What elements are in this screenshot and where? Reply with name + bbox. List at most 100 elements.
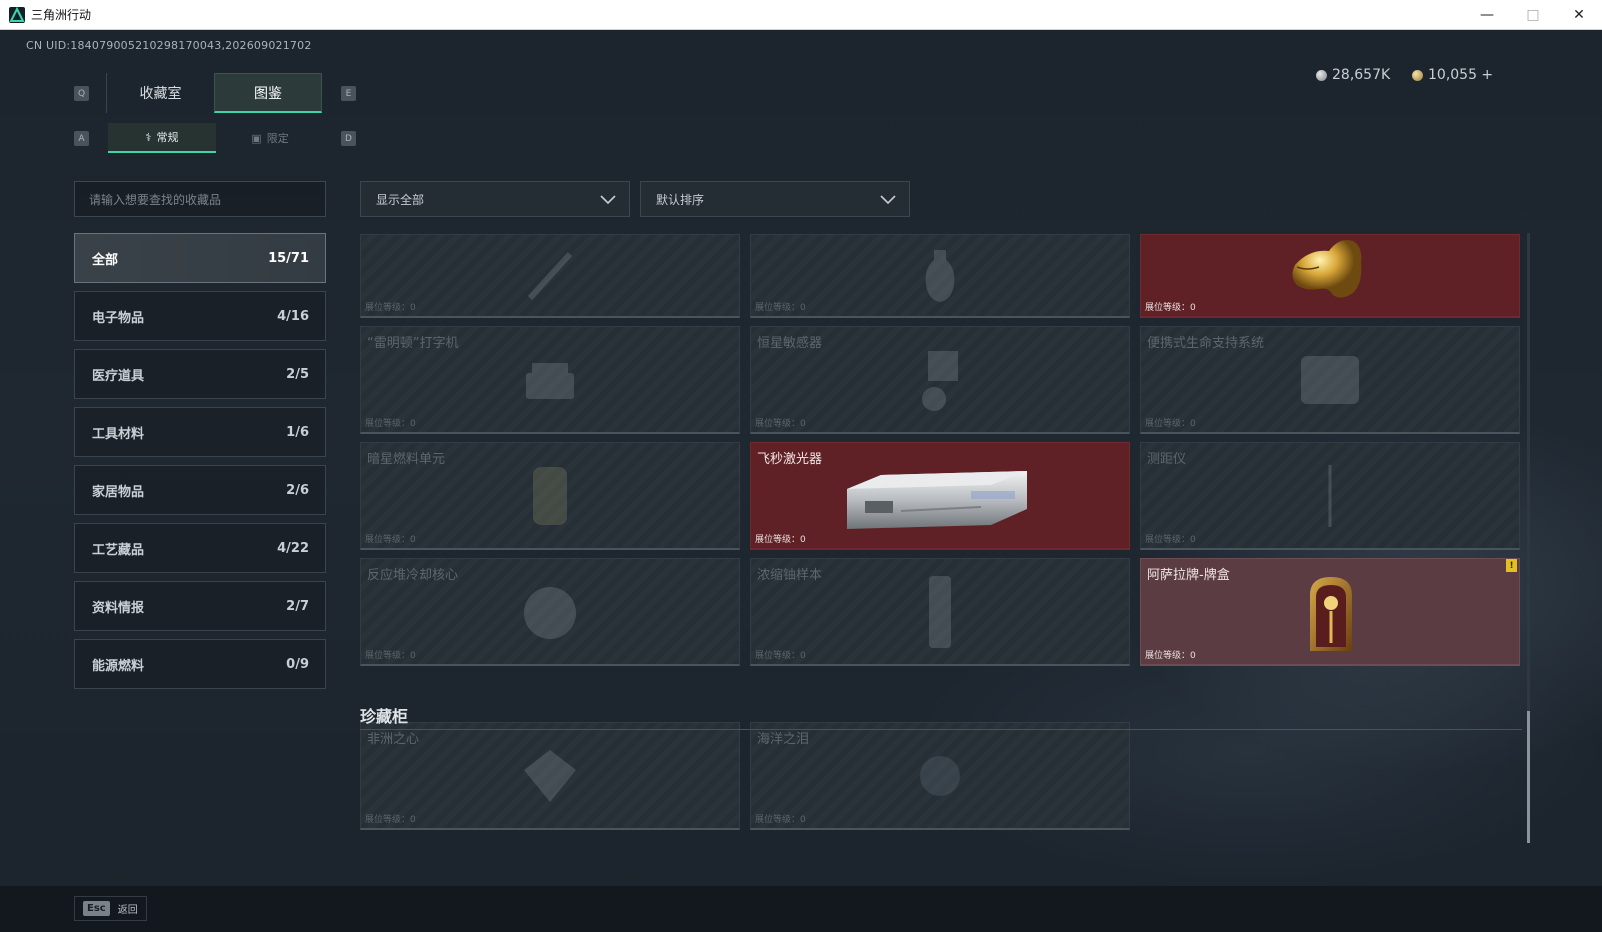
booth-level: 展位等级：0 [755,419,806,429]
section-title-showcase: 珍藏柜 [360,707,409,726]
subtab-regular-label: 常规 [156,131,179,144]
collectible-name: 暗星燃料单元 [367,452,446,467]
booth-level: 展位等级：0 [1145,535,1196,545]
collectible-name: “雷明顿”打字机 [367,336,459,351]
category-label: 工艺藏品 [92,542,145,558]
scrollbar-thumb[interactable] [1527,711,1530,843]
key-hint-e[interactable]: E [341,86,356,101]
collectible-card[interactable]: 展位等级：0 [750,234,1130,318]
collectible-name: 便携式生命支持系统 [1147,336,1265,351]
key-hint-q[interactable]: Q [74,86,89,101]
booth-level: 展位等级：0 [365,535,416,545]
category-energy[interactable]: 能源燃料 0/9 [74,639,326,689]
category-list: 全部 15/71 电子物品 4/16 医疗道具 2/5 工具材料 1/6 家居物品 2/6… [74,233,326,697]
collectible-name: 浓缩铀样本 [757,568,823,583]
category-count: 2/6 [286,482,309,498]
showcase-card[interactable]: 非洲之心 展位等级：0 [360,722,740,830]
collectible-card[interactable]: 展位等级：0 [360,234,740,318]
currency-silver-value: 28,657K [1332,67,1391,83]
star-sensor-icon [922,350,958,411]
subtab-regular[interactable]: ⚕ 常规 [108,123,216,153]
typewriter-icon [526,362,574,399]
filter-dropdown[interactable]: 显示全部 [360,181,630,217]
tab-catalog[interactable]: 图鉴 [214,73,322,113]
booth-level: 展位等级：0 [365,651,416,661]
tab-collection-room[interactable]: 收藏室 [106,73,214,113]
category-household[interactable]: 家居物品 2/6 [74,465,326,515]
collectible-card[interactable]: 暗星燃料单元 展位等级：0 [360,442,740,550]
booth-level: 展位等级：0 [1145,651,1196,661]
showcase-card[interactable]: 海洋之泪 展位等级：0 [750,722,1130,830]
delta-logo-icon [9,6,25,23]
booth-level: 展位等级：0 [365,303,416,313]
category-medical[interactable]: 医疗道具 2/5 [74,349,326,399]
maximize-icon[interactable]: □ [1510,0,1556,30]
life-support-icon [1301,355,1359,404]
key-hint-a[interactable]: A [74,131,89,146]
currency-gold[interactable]: 10,055 + [1412,67,1493,83]
collectible-card[interactable]: 反应堆冷却核心 展位等级：0 [360,558,740,666]
category-count: 15/71 [268,250,309,266]
window-title: 三角洲行动 [31,8,92,22]
sort-dropdown[interactable]: 默认排序 [640,181,910,217]
collectible-card[interactable]: 浓缩铀样本 展位等级：0 [750,558,1130,666]
category-electronics[interactable]: 电子物品 4/16 [74,291,326,341]
collectible-card[interactable]: 测距仪 展位等级：0 [1140,442,1520,550]
collectible-card-owned[interactable]: 阿萨拉牌-牌盒 ! 展位等级：0 [1140,558,1520,666]
golden-crocodile-head-icon [1292,240,1362,298]
chevron-down-icon [600,195,616,205]
window-titlebar: 三角洲行动 — □ ✕ [0,0,1602,30]
fuel-cell-icon [533,466,567,525]
collectible-card[interactable]: “雷明顿”打字机 展位等级：0 [360,326,740,434]
bottom-bar [0,886,1602,932]
booth-level: 展位等级：0 [755,815,806,825]
collectible-name: 非洲之心 [367,732,420,747]
main-tabs: 收藏室 图鉴 [106,73,322,113]
category-label: 家居物品 [92,484,145,500]
category-label: 电子物品 [92,310,145,326]
uid-text: CN UID:184079005210298170043,20260902170… [26,39,312,52]
silver-coin-icon [1316,69,1327,81]
minimize-icon[interactable]: — [1464,0,1510,30]
category-label: 资料情报 [92,600,145,616]
category-intel[interactable]: 资料情报 2/7 [74,581,326,631]
back-button[interactable]: Esc 返回 [74,896,147,921]
collectible-card-owned[interactable]: 飞秒激光器 展位等级：0 [750,442,1130,550]
subtab-limited[interactable]: ▣ 限定 [216,123,324,153]
booth-level: 展位等级：0 [755,303,806,313]
filter-dropdown-value: 显示全部 [376,192,425,207]
collectible-name: 海洋之泪 [757,732,810,747]
reactor-core-icon [524,586,576,639]
close-icon[interactable]: ✕ [1556,0,1602,30]
search-input[interactable]: 请输入想要查找的收藏品 [74,181,326,217]
sub-tabs: ⚕ 常规 ▣ 限定 [108,123,324,153]
syringe-icon [527,251,573,300]
category-count: 2/5 [286,366,309,382]
category-all[interactable]: 全部 15/71 [74,233,326,283]
subtab-limited-label: 限定 [266,132,289,145]
booth-level: 展位等级：0 [1145,419,1196,429]
category-count: 4/16 [277,308,309,324]
collectible-name: 测距仪 [1147,452,1187,467]
gem-icon [920,755,960,796]
collectible-card-owned[interactable]: 展位等级：0 [1140,234,1520,318]
chevron-down-icon [880,195,896,205]
sort-dropdown-value: 默认排序 [656,192,705,207]
image-icon: ▣ [251,131,262,145]
collectible-name: 反应堆冷却核心 [367,568,459,583]
collectible-card[interactable]: 恒星敏感器 展位等级：0 [750,326,1130,434]
key-hint-d[interactable]: D [341,131,356,146]
category-tools[interactable]: 工具材料 1/6 [74,407,326,457]
category-count: 0/9 [286,656,309,672]
booth-level: 展位等级：0 [755,535,806,545]
currency-gold-value: 10,055 + [1428,67,1494,83]
flask-icon: ⚕ [145,130,152,144]
category-crafts[interactable]: 工艺藏品 4/22 [74,523,326,573]
category-count: 2/7 [286,598,309,614]
vase-icon [925,249,955,302]
collectible-card[interactable]: 便携式生命支持系统 展位等级：0 [1140,326,1520,434]
booth-level: 展位等级：0 [1145,303,1196,313]
card-box-icon [1310,577,1352,651]
collectible-name: 恒星敏感器 [757,336,823,351]
collectible-grid: 展位等级：0 展位等级：0 展位等级：0 “雷明顿”打字机 展位等级：0 恒星敏… [360,234,1520,874]
